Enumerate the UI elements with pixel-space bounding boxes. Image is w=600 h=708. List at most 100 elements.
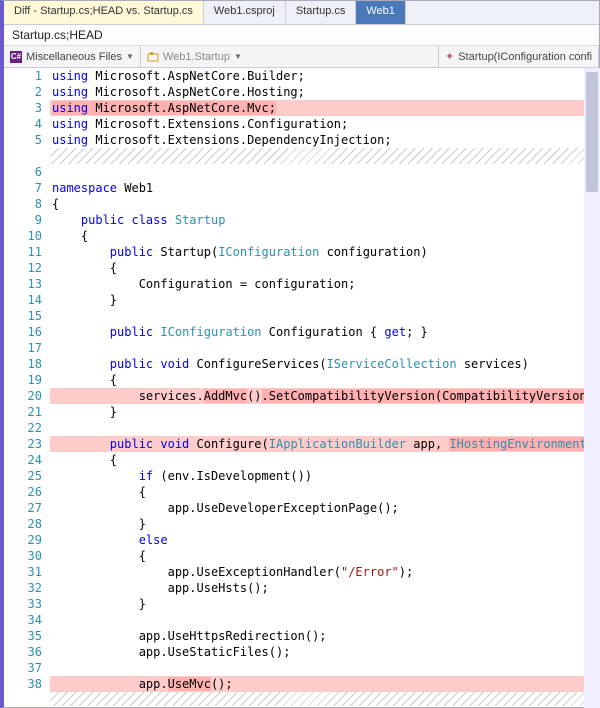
- code-line[interactable]: public void Configure(IApplicationBuilde…: [50, 436, 599, 452]
- code-line[interactable]: {: [50, 484, 599, 500]
- document-tab[interactable]: Web1.csproj: [204, 1, 286, 24]
- line-number: 35: [4, 628, 42, 644]
- line-number: 26: [4, 484, 42, 500]
- line-number: 27: [4, 500, 42, 516]
- line-number: 33: [4, 596, 42, 612]
- code-line[interactable]: using Microsoft.Extensions.Configuration…: [50, 116, 599, 132]
- code-line[interactable]: }: [50, 596, 599, 612]
- member-selector[interactable]: ✦ Startup(IConfiguration configurat: [439, 46, 599, 67]
- code-line[interactable]: [50, 164, 599, 180]
- class-label: Web1.Startup: [163, 51, 230, 63]
- code-line[interactable]: namespace Web1: [50, 180, 599, 196]
- code-line[interactable]: public void ConfigureServices(IServiceCo…: [50, 356, 599, 372]
- line-number: 25: [4, 468, 42, 484]
- line-number: 38: [4, 676, 42, 692]
- vertical-scrollbar[interactable]: [584, 68, 600, 708]
- line-number: 18: [4, 356, 42, 372]
- code-line[interactable]: using Microsoft.Extensions.DependencyInj…: [50, 132, 599, 148]
- line-number: 29: [4, 532, 42, 548]
- line-number: 7: [4, 180, 42, 196]
- code-line[interactable]: [50, 660, 599, 676]
- line-number: 16: [4, 324, 42, 340]
- code-line[interactable]: [50, 308, 599, 324]
- line-number: 20: [4, 388, 42, 404]
- scope-selector[interactable]: C# Miscellaneous Files ▼: [4, 46, 141, 67]
- line-number: 30: [4, 548, 42, 564]
- code-line[interactable]: {: [50, 372, 599, 388]
- code-line[interactable]: app.UseStaticFiles();: [50, 644, 599, 660]
- code-line[interactable]: [50, 692, 599, 706]
- line-number: [4, 148, 42, 164]
- method-icon: ✦: [445, 50, 454, 63]
- code-content[interactable]: using Microsoft.AspNetCore.Builder;using…: [50, 68, 599, 706]
- code-line[interactable]: using Microsoft.AspNetCore.Hosting;: [50, 84, 599, 100]
- line-number: [4, 692, 42, 706]
- code-line[interactable]: public IConfiguration Configuration { ge…: [50, 324, 599, 340]
- line-number: 17: [4, 340, 42, 356]
- document-tabs: Diff - Startup.cs;HEAD vs. Startup.csWeb…: [4, 1, 599, 25]
- line-number: 22: [4, 420, 42, 436]
- file-subheader: Startup.cs;HEAD: [4, 25, 599, 46]
- line-number: 12: [4, 260, 42, 276]
- line-number-gutter: 1234567891011121314151617181920212223242…: [4, 68, 50, 706]
- line-number: 31: [4, 564, 42, 580]
- line-number: 34: [4, 612, 42, 628]
- code-line[interactable]: else: [50, 532, 599, 548]
- line-number: 6: [4, 164, 42, 180]
- line-number: 9: [4, 212, 42, 228]
- code-line[interactable]: using Microsoft.AspNetCore.Builder;: [50, 68, 599, 84]
- class-selector[interactable]: Web1.Startup ▼: [141, 46, 439, 67]
- code-line[interactable]: [50, 612, 599, 628]
- code-line[interactable]: [50, 340, 599, 356]
- code-line[interactable]: [50, 420, 599, 436]
- line-number: 15: [4, 308, 42, 324]
- line-number: 5: [4, 132, 42, 148]
- scope-label: Miscellaneous Files: [26, 51, 122, 63]
- code-line[interactable]: {: [50, 228, 599, 244]
- line-number: 32: [4, 580, 42, 596]
- code-line[interactable]: app.UseExceptionHandler("/Error");: [50, 564, 599, 580]
- line-number: 24: [4, 452, 42, 468]
- line-number: 19: [4, 372, 42, 388]
- line-number: 3: [4, 100, 42, 116]
- code-editor[interactable]: 1234567891011121314151617181920212223242…: [4, 68, 599, 706]
- line-number: 8: [4, 196, 42, 212]
- line-number: 37: [4, 660, 42, 676]
- line-number: 21: [4, 404, 42, 420]
- line-number: 11: [4, 244, 42, 260]
- class-icon: [147, 51, 159, 63]
- code-line[interactable]: public Startup(IConfiguration configurat…: [50, 244, 599, 260]
- line-number: 36: [4, 644, 42, 660]
- code-line[interactable]: public class Startup: [50, 212, 599, 228]
- line-number: 2: [4, 84, 42, 100]
- code-line[interactable]: using Microsoft.AspNetCore.Mvc;: [50, 100, 599, 116]
- document-tab[interactable]: Startup.cs: [286, 1, 357, 24]
- line-number: 1: [4, 68, 42, 84]
- code-line[interactable]: app.UseDeveloperExceptionPage();: [50, 500, 599, 516]
- chevron-down-icon: ▼: [126, 52, 134, 61]
- document-tab[interactable]: Diff - Startup.cs;HEAD vs. Startup.cs: [4, 1, 204, 24]
- code-line[interactable]: app.UseHsts();: [50, 580, 599, 596]
- code-line[interactable]: {: [50, 548, 599, 564]
- code-line[interactable]: {: [50, 196, 599, 212]
- document-tab[interactable]: Web1: [356, 1, 406, 24]
- line-number: 23: [4, 436, 42, 452]
- line-number: 14: [4, 292, 42, 308]
- code-line[interactable]: if (env.IsDevelopment()): [50, 468, 599, 484]
- code-line[interactable]: Configuration = configuration;: [50, 276, 599, 292]
- code-line[interactable]: }: [50, 516, 599, 532]
- chevron-down-icon: ▼: [234, 52, 242, 61]
- line-number: 13: [4, 276, 42, 292]
- code-line[interactable]: app.UseMvc();: [50, 676, 599, 692]
- line-number: 28: [4, 516, 42, 532]
- code-line[interactable]: services.AddMvc().SetCompatibilityVersio…: [50, 388, 599, 404]
- code-line[interactable]: }: [50, 404, 599, 420]
- code-line[interactable]: [50, 148, 599, 164]
- code-line[interactable]: }: [50, 292, 599, 308]
- member-label: Startup(IConfiguration configurat: [458, 51, 592, 63]
- scrollbar-thumb[interactable]: [586, 72, 598, 192]
- code-line[interactable]: {: [50, 260, 599, 276]
- code-line[interactable]: {: [50, 452, 599, 468]
- line-number: 10: [4, 228, 42, 244]
- code-line[interactable]: app.UseHttpsRedirection();: [50, 628, 599, 644]
